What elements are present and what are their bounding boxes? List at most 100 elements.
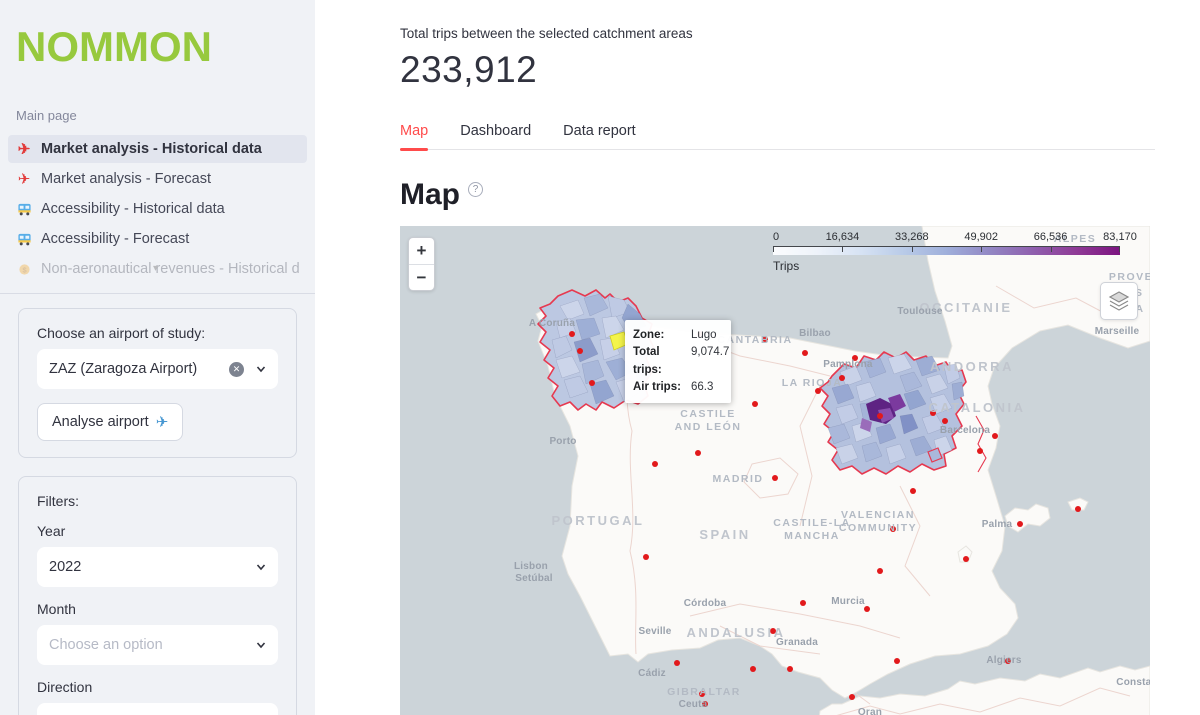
airport-dot[interactable] xyxy=(699,691,705,697)
airport-dot[interactable] xyxy=(750,666,756,672)
airport-dot[interactable] xyxy=(849,694,855,700)
section-title-row: Map ? xyxy=(400,180,1200,210)
map-tooltip: Zone: Lugo Total trips: 9,074.7 Air trip… xyxy=(625,320,731,403)
airport-dot[interactable] xyxy=(772,475,778,481)
nav-item-label: Market analysis - Historical data xyxy=(41,141,262,157)
airport-dot[interactable] xyxy=(1005,658,1011,664)
legend-tick-labels: 016,63433,26849,90266,53683,170 xyxy=(773,231,1120,244)
filters-title: Filters: xyxy=(37,493,278,509)
analyse-airport-button[interactable]: Analyse airport ✈ xyxy=(37,403,183,441)
tooltip-label: Air trips: xyxy=(633,379,691,396)
airport-dot[interactable] xyxy=(992,433,998,439)
airport-dot[interactable] xyxy=(910,488,916,494)
airport-dot[interactable] xyxy=(942,418,948,424)
sidebar-item-non-aeronautical[interactable]: $ Non-aeronautical revenues - Historical… xyxy=(8,255,307,283)
airport-dot[interactable] xyxy=(930,410,936,416)
sidebar-item-market-historical[interactable]: ✈ Market analysis - Historical data xyxy=(8,135,307,163)
tooltip-label: Zone: xyxy=(633,327,691,344)
app-root: NOMMON Main page ✈ Market analysis - His… xyxy=(0,0,1200,715)
filter-month: Month Choose an option xyxy=(37,601,278,665)
metric-label: Total trips between the selected catchme… xyxy=(400,26,1200,41)
airport-dot[interactable] xyxy=(577,348,583,354)
main-content: Total trips between the selected catchme… xyxy=(315,0,1200,715)
airport-dot[interactable] xyxy=(787,666,793,672)
airport-dot[interactable] xyxy=(752,401,758,407)
airport-dot[interactable] xyxy=(864,606,870,612)
airport-dot[interactable] xyxy=(800,600,806,606)
month-select[interactable]: Choose an option xyxy=(37,625,278,665)
airport-dot[interactable] xyxy=(877,413,883,419)
airport-dot[interactable] xyxy=(674,660,680,666)
airport-dot[interactable] xyxy=(695,450,701,456)
direction-select[interactable]: Choose an option xyxy=(37,703,278,715)
plane-icon: ✈ xyxy=(16,171,32,187)
month-label: Month xyxy=(37,601,278,617)
nav-item-label: Market analysis - Forecast xyxy=(41,171,211,187)
legend-tick-label: 49,902 xyxy=(964,231,998,243)
clear-icon[interactable]: ✕ xyxy=(229,362,244,377)
tab-dashboard[interactable]: Dashboard xyxy=(460,117,531,149)
airport-dot[interactable] xyxy=(802,350,808,356)
nommon-logo: NOMMON xyxy=(0,24,315,70)
zoom-in-button[interactable]: + xyxy=(409,238,434,264)
legend-tick-label: 0 xyxy=(773,231,779,243)
tab-map[interactable]: Map xyxy=(400,117,428,149)
nav-item-label: Accessibility - Forecast xyxy=(41,231,189,247)
airport-select-value: ZAZ (Zaragoza Airport) xyxy=(49,361,229,377)
tooltip-value: Lugo xyxy=(691,327,717,344)
airport-dot[interactable] xyxy=(589,380,595,386)
airport-dot[interactable] xyxy=(1017,521,1023,527)
nav-item-label: Accessibility - Historical data xyxy=(41,201,225,217)
tooltip-value: 66.3 xyxy=(691,379,713,396)
tooltip-row: Total trips: 9,074.7 xyxy=(633,344,723,379)
filters-panel: Filters: Year 2022 Month Choose an optio… xyxy=(18,476,297,715)
airport-panel: Choose an airport of study: ZAZ (Zaragoz… xyxy=(18,308,297,458)
tab-bar: Map Dashboard Data report xyxy=(400,117,1155,150)
nav-item-label: Non-aeronautical revenues - Historical d xyxy=(41,261,300,277)
map-zoom-control: + − xyxy=(408,237,435,291)
airport-dot[interactable] xyxy=(894,658,900,664)
year-select-value: 2022 xyxy=(49,559,256,575)
sidebar-item-accessibility-historical[interactable]: Accessibility - Historical data xyxy=(8,195,307,223)
chevron-down-icon xyxy=(256,640,266,650)
airport-dot[interactable] xyxy=(652,461,658,467)
tooltip-row: Zone: Lugo xyxy=(633,327,723,344)
nav-caption: Main page xyxy=(0,70,315,133)
bus-icon xyxy=(16,231,32,247)
metric-value: 233,912 xyxy=(400,49,1200,91)
plane-icon: ✈ xyxy=(16,141,32,157)
legend-gradient-bar xyxy=(773,246,1120,255)
airport-dot[interactable] xyxy=(762,336,768,342)
layers-button[interactable] xyxy=(1100,282,1138,320)
airport-dot[interactable] xyxy=(852,355,858,361)
airport-select[interactable]: ZAZ (Zaragoza Airport) ✕ xyxy=(37,349,278,389)
airport-dot[interactable] xyxy=(877,568,883,574)
map-svg: OCCITANIEALPESPROVEESACANTABRIALA RIOJAA… xyxy=(400,226,1150,715)
tooltip-row: Air trips: 66.3 xyxy=(633,379,723,396)
filter-year: Year 2022 xyxy=(37,523,278,587)
chevron-down-icon xyxy=(256,364,266,374)
airport-dot[interactable] xyxy=(643,554,649,560)
airport-dot[interactable] xyxy=(770,628,776,634)
airport-dot[interactable] xyxy=(839,375,845,381)
legend-tick-label: 16,634 xyxy=(826,231,860,243)
airport-dot[interactable] xyxy=(569,331,575,337)
chevron-down-icon xyxy=(256,562,266,572)
year-select[interactable]: 2022 xyxy=(37,547,278,587)
layers-icon xyxy=(1107,289,1131,313)
help-icon[interactable]: ? xyxy=(468,182,483,197)
map-canvas[interactable]: OCCITANIEALPESPROVEESACANTABRIALA RIOJAA… xyxy=(400,226,1150,715)
airport-dot[interactable] xyxy=(815,388,821,394)
airport-dot[interactable] xyxy=(890,526,896,532)
tooltip-label: Total trips: xyxy=(633,344,691,379)
tab-data-report[interactable]: Data report xyxy=(563,117,636,149)
airport-dot[interactable] xyxy=(963,556,969,562)
airport-dot[interactable] xyxy=(977,448,983,454)
sidebar-item-market-forecast[interactable]: ✈ Market analysis - Forecast xyxy=(8,165,307,193)
airport-dot[interactable] xyxy=(1075,506,1081,512)
plane-icon: ✈ xyxy=(156,413,169,431)
page-title: Map xyxy=(400,180,460,210)
zoom-out-button[interactable]: − xyxy=(409,264,434,290)
airport-dot[interactable] xyxy=(702,701,708,707)
sidebar-item-accessibility-forecast[interactable]: Accessibility - Forecast xyxy=(8,225,307,253)
